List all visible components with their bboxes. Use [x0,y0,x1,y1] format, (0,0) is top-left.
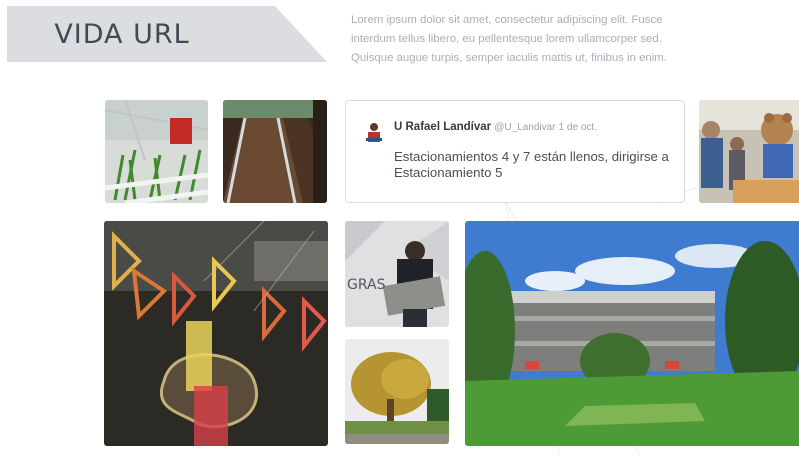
title-banner: VIDA URL [7,6,327,62]
tweet-author[interactable]: U Rafael Landívar [394,121,491,133]
photo-tile-gras[interactable]: GRAS [345,221,449,327]
gras-poster-person-icon: GRAS [345,221,449,327]
tweet-handle[interactable]: @U_Landivar [494,122,555,133]
photo-tile-greenhouse[interactable] [105,100,208,203]
light-installation-icon [104,221,328,446]
intro-paragraph: Lorem ipsum dolor sit amet, consectetur … [351,14,667,64]
photo-tile-market[interactable] [699,100,799,203]
photo-tile-light-installation[interactable] [104,221,328,446]
greenhouse-icon [105,100,208,203]
tweet-card[interactable]: U Rafael Landívar @U_Landivar 1 de oct. … [345,100,685,203]
photo-tile-garden[interactable] [223,100,327,203]
photo-tile-tree[interactable] [345,339,449,444]
tweet-header: U Rafael Landívar @U_Landivar 1 de oct. [394,121,597,133]
page-title: VIDA URL [54,18,190,50]
poster-text: GRAS [347,277,386,293]
tree-icon [345,339,449,444]
tweet-text: Estacionamientos 4 y 7 están llenos, dir… [394,149,669,180]
garden-rows-icon [223,100,327,203]
tweet-date: 1 de oct. [558,122,597,133]
university-logo-avatar [364,122,384,144]
campus-building-icon [465,221,799,446]
market-teddy-bear-icon [699,100,799,203]
photo-tile-campus[interactable] [465,221,799,446]
